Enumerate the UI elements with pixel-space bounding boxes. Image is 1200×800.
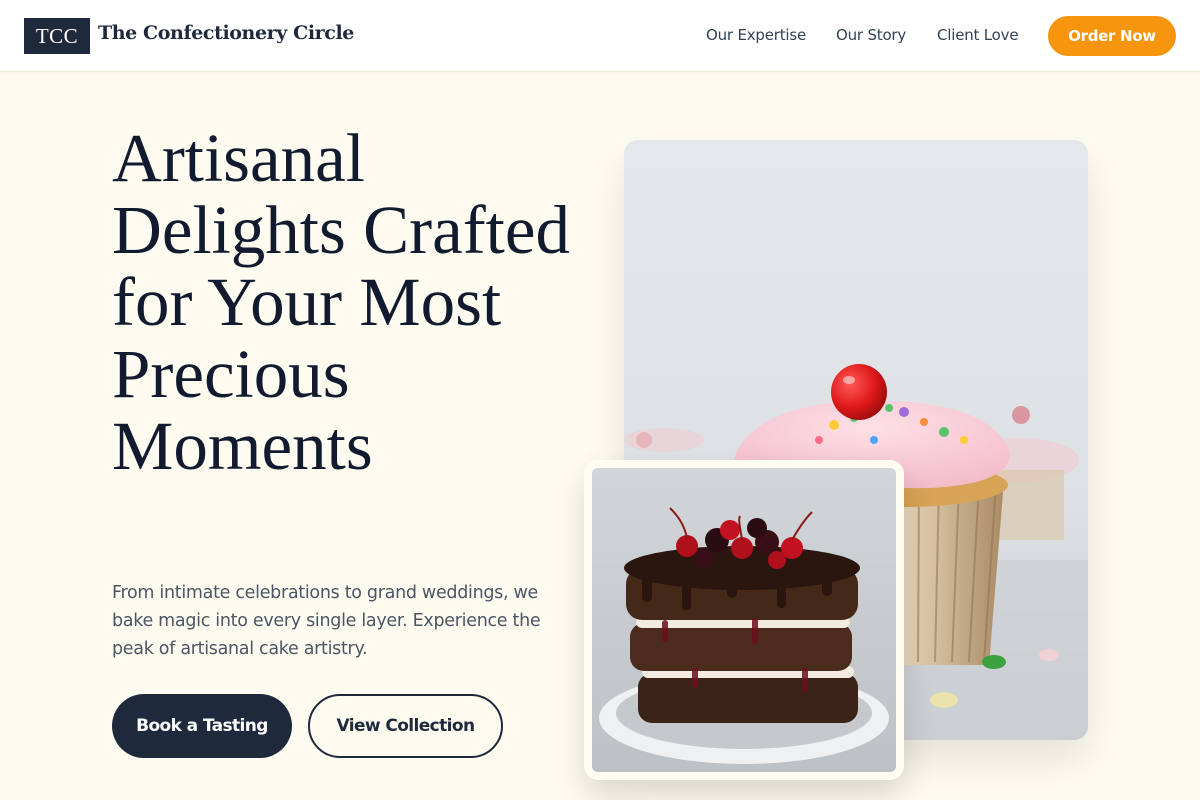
nav-link-our-story[interactable]: Our Story — [836, 26, 906, 44]
cake-card — [584, 460, 904, 780]
hero-subtitle: From intimate celebrations to grand wedd… — [112, 583, 541, 659]
view-collection-button[interactable]: View Collection — [308, 694, 503, 758]
site-header: TCC The Confectionery Circle Our Experti… — [0, 0, 1200, 72]
logo-badge[interactable]: TCC — [24, 18, 90, 54]
book-tasting-button[interactable]: Book a Tasting — [112, 694, 292, 758]
brand-name[interactable]: The Confectionery Circle — [98, 22, 354, 44]
nav-link-our-expertise[interactable]: Our Expertise — [706, 26, 806, 44]
hero-title: Artisanal Delights Crafted for Your Most… — [112, 120, 570, 484]
nav-link-client-love[interactable]: Client Love — [937, 26, 1019, 44]
order-now-button[interactable]: Order Now — [1048, 16, 1176, 56]
chocolate-cake-image — [592, 468, 896, 772]
